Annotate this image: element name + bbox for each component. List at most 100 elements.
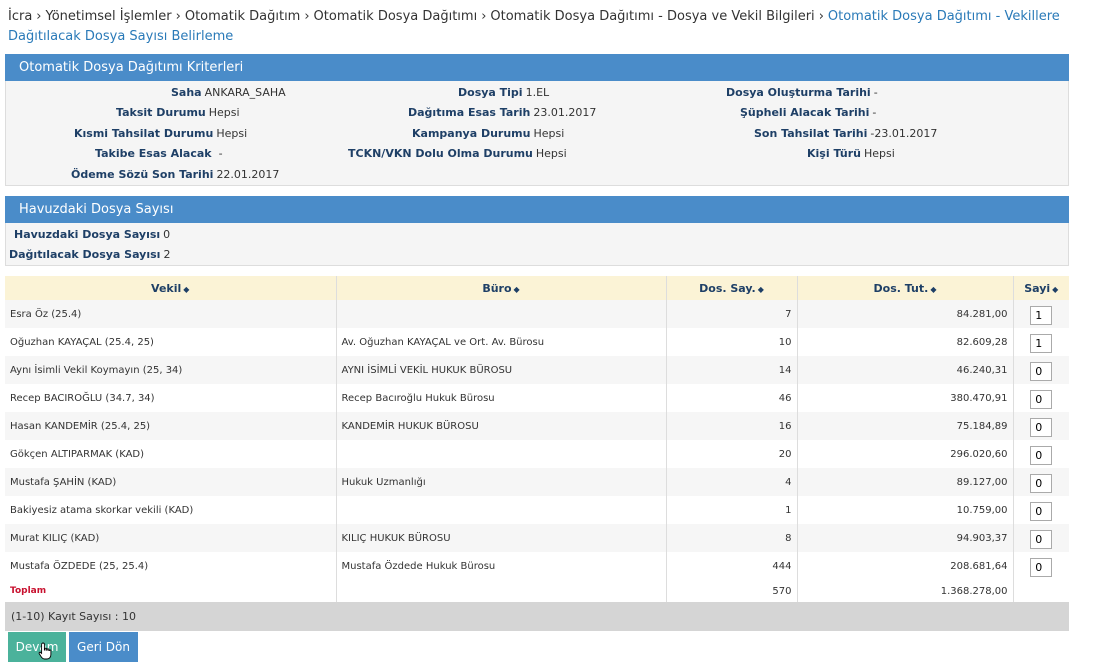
sayi-input[interactable] <box>1030 333 1053 353</box>
cell-buro: Recep Bacıroğlu Hukuk Bürosu <box>336 384 667 412</box>
criteria-label: Dosya Oluşturma Tarihi <box>726 86 871 99</box>
breadcrumb: İcra › Yönetimsel İşlemler › Otomatik Dağıtı… <box>8 7 1068 47</box>
sayi-input[interactable] <box>1030 501 1053 521</box>
hand-pointer-icon <box>38 642 52 660</box>
sayi-input[interactable] <box>1030 557 1053 577</box>
sayi-input[interactable] <box>1030 473 1053 493</box>
breadcrumb-item-otomatik-dagitim[interactable]: Otomatik Dağıtım <box>185 9 301 24</box>
cell-vekil: Mustafa ŞAHİN (KAD) <box>5 468 337 496</box>
cell-vekil: Recep BACIROĞLU (34.7, 34) <box>5 384 337 412</box>
criteria-value: Hepsi <box>216 127 248 140</box>
table-row: Gökçen ALTIPARMAK (KAD) 20 296.020,60 <box>5 440 1069 468</box>
total-dos-tut: 1.368.278,00 <box>797 580 1014 602</box>
criteria-value: Hepsi <box>535 147 567 160</box>
pool-dagitilacak: Dağıtılacak Dosya Sayısı 2 <box>9 248 170 261</box>
cell-dos-say: 16 <box>666 412 798 440</box>
sayi-input[interactable] <box>1030 361 1053 381</box>
breadcrumb-separator: › <box>818 9 824 24</box>
cell-sayi <box>1013 328 1069 356</box>
total-dos-say: 570 <box>666 580 798 602</box>
sort-icon: ◆ <box>930 284 937 294</box>
cell-dos-say: 10 <box>666 328 798 356</box>
column-header-label: Sayi <box>1024 281 1051 295</box>
sayi-input[interactable] <box>1030 305 1053 325</box>
cell-buro <box>336 300 667 328</box>
table-row: Oğuzhan KAYAÇAL (25.4, 25) Av. Oğuzhan K… <box>5 328 1069 356</box>
sort-icon: ◆ <box>183 284 190 294</box>
breadcrumb-item-dosya-vekil[interactable]: Otomatik Dosya Dağıtımı - Dosya ve Vekil… <box>490 9 814 24</box>
pool-value: 2 <box>163 248 171 261</box>
geri-don-button[interactable]: Geri Dön <box>69 632 138 662</box>
cell-dos-tut: 84.281,00 <box>797 300 1014 328</box>
cell-vekil: Hasan KANDEMİR (25.4, 25) <box>5 412 337 440</box>
cell-dos-tut: 296.020,60 <box>797 440 1014 468</box>
cell-sayi <box>1013 524 1069 552</box>
sayi-input[interactable] <box>1030 389 1053 409</box>
criteria-tckn-vkn: TCKN/VKN Dolu Olma Durumu Hepsi <box>348 147 567 161</box>
criteria-value: - <box>873 86 878 99</box>
cell-dos-say: 1 <box>666 496 798 524</box>
criteria-value: 1.EL <box>525 86 550 99</box>
criteria-dagitima-esas: Dağıtıma Esas Tarih 23.01.2017 <box>408 106 596 120</box>
cell-sayi <box>1013 356 1069 384</box>
breadcrumb-item-otomatik-dosya[interactable]: Otomatik Dosya Dağıtımı <box>314 9 478 24</box>
breadcrumb-item-icra[interactable]: İcra <box>8 9 32 24</box>
criteria-label: Son Tahsilat Tarihi <box>754 127 868 140</box>
cell-vekil: Gökçen ALTIPARMAK (KAD) <box>5 440 337 468</box>
breadcrumb-separator: › <box>481 9 487 24</box>
cell-dos-tut: 89.127,00 <box>797 468 1014 496</box>
cell-sayi <box>1013 552 1069 580</box>
cell-dos-tut: 10.759,00 <box>797 496 1014 524</box>
criteria-taksit-durumu: Taksit Durumu Hepsi <box>116 106 240 120</box>
table-row: Murat KILIÇ (KAD) KILIÇ HUKUK BÜROSU 8 9… <box>5 524 1069 552</box>
cell-buro <box>336 440 667 468</box>
criteria-odeme-sozu: Ödeme Sözü Son Tarihi 22.01.2017 <box>71 168 279 182</box>
criteria-saha: Saha ANKARA_SAHA <box>171 86 286 100</box>
criteria-kampanya: Kampanya Durumu Hepsi <box>412 127 564 141</box>
criteria-value: ANKARA_SAHA <box>204 86 286 99</box>
criteria-value: Hepsi <box>533 127 565 140</box>
sayi-input[interactable] <box>1030 417 1053 437</box>
column-header-vekil[interactable]: Vekil ◆ <box>5 276 337 300</box>
criteria-takibe-esas: Takibe Esas Alacak - <box>95 147 223 161</box>
devam-button[interactable]: Devam <box>8 632 66 662</box>
cell-dos-say: 444 <box>666 552 798 580</box>
table-row: Hasan KANDEMİR (25.4, 25) KANDEMİR HUKUK… <box>5 412 1069 440</box>
criteria-supheli-alacak: Şüpheli Alacak Tarihi - <box>740 106 876 120</box>
cell-empty <box>1013 580 1069 602</box>
table-row: Esra Öz (25.4) 7 84.281,00 <box>5 300 1069 328</box>
cell-dos-say: 7 <box>666 300 798 328</box>
criteria-value: 23.01.2017 <box>533 106 597 119</box>
criteria-son-tahsilat: Son Tahsilat Tarihi -23.01.2017 <box>754 127 937 141</box>
cell-vekil: Bakiyesiz atama skorkar vekili (KAD) <box>5 496 337 524</box>
cell-dos-say: 46 <box>666 384 798 412</box>
criteria-value: -23.01.2017 <box>870 127 938 140</box>
criteria-value: 22.01.2017 <box>216 168 280 181</box>
table-row: Recep BACIROĞLU (34.7, 34) Recep Bacıroğ… <box>5 384 1069 412</box>
cell-dos-tut: 46.240,31 <box>797 356 1014 384</box>
column-header-dos-say[interactable]: Dos. Say. ◆ <box>666 276 798 300</box>
cell-buro <box>336 496 667 524</box>
cell-dos-say: 4 <box>666 468 798 496</box>
criteria-value: Hepsi <box>864 147 895 160</box>
column-header-dos-tut[interactable]: Dos. Tut. ◆ <box>797 276 1014 300</box>
criteria-kisi-turu: Kişi Türü Hepsi <box>807 147 895 161</box>
cell-dos-tut: 208.681,64 <box>797 552 1014 580</box>
sayi-input[interactable] <box>1030 529 1053 549</box>
sort-icon: ◆ <box>1052 284 1059 294</box>
column-header-label: Büro <box>482 281 512 295</box>
criteria-label: Takibe Esas Alacak <box>95 147 212 160</box>
cell-buro: KILIÇ HUKUK BÜROSU <box>336 524 667 552</box>
breadcrumb-item-yonetimsel[interactable]: Yönetimsel İşlemler <box>46 9 172 24</box>
column-header-label: Dos. Tut. <box>873 281 929 295</box>
sayi-input[interactable] <box>1030 445 1053 465</box>
cell-vekil: Murat KILIÇ (KAD) <box>5 524 337 552</box>
cell-sayi <box>1013 468 1069 496</box>
table-row: Aynı İsimli Vekil Koymayın (25, 34) AYNI… <box>5 356 1069 384</box>
column-header-sayi[interactable]: Sayi ◆ <box>1013 276 1069 300</box>
criteria-label: Taksit Durumu <box>116 106 206 119</box>
cell-sayi <box>1013 384 1069 412</box>
criteria-label: Dosya Tipi <box>458 86 523 99</box>
column-header-buro[interactable]: Büro ◆ <box>336 276 667 300</box>
cell-sayi <box>1013 412 1069 440</box>
